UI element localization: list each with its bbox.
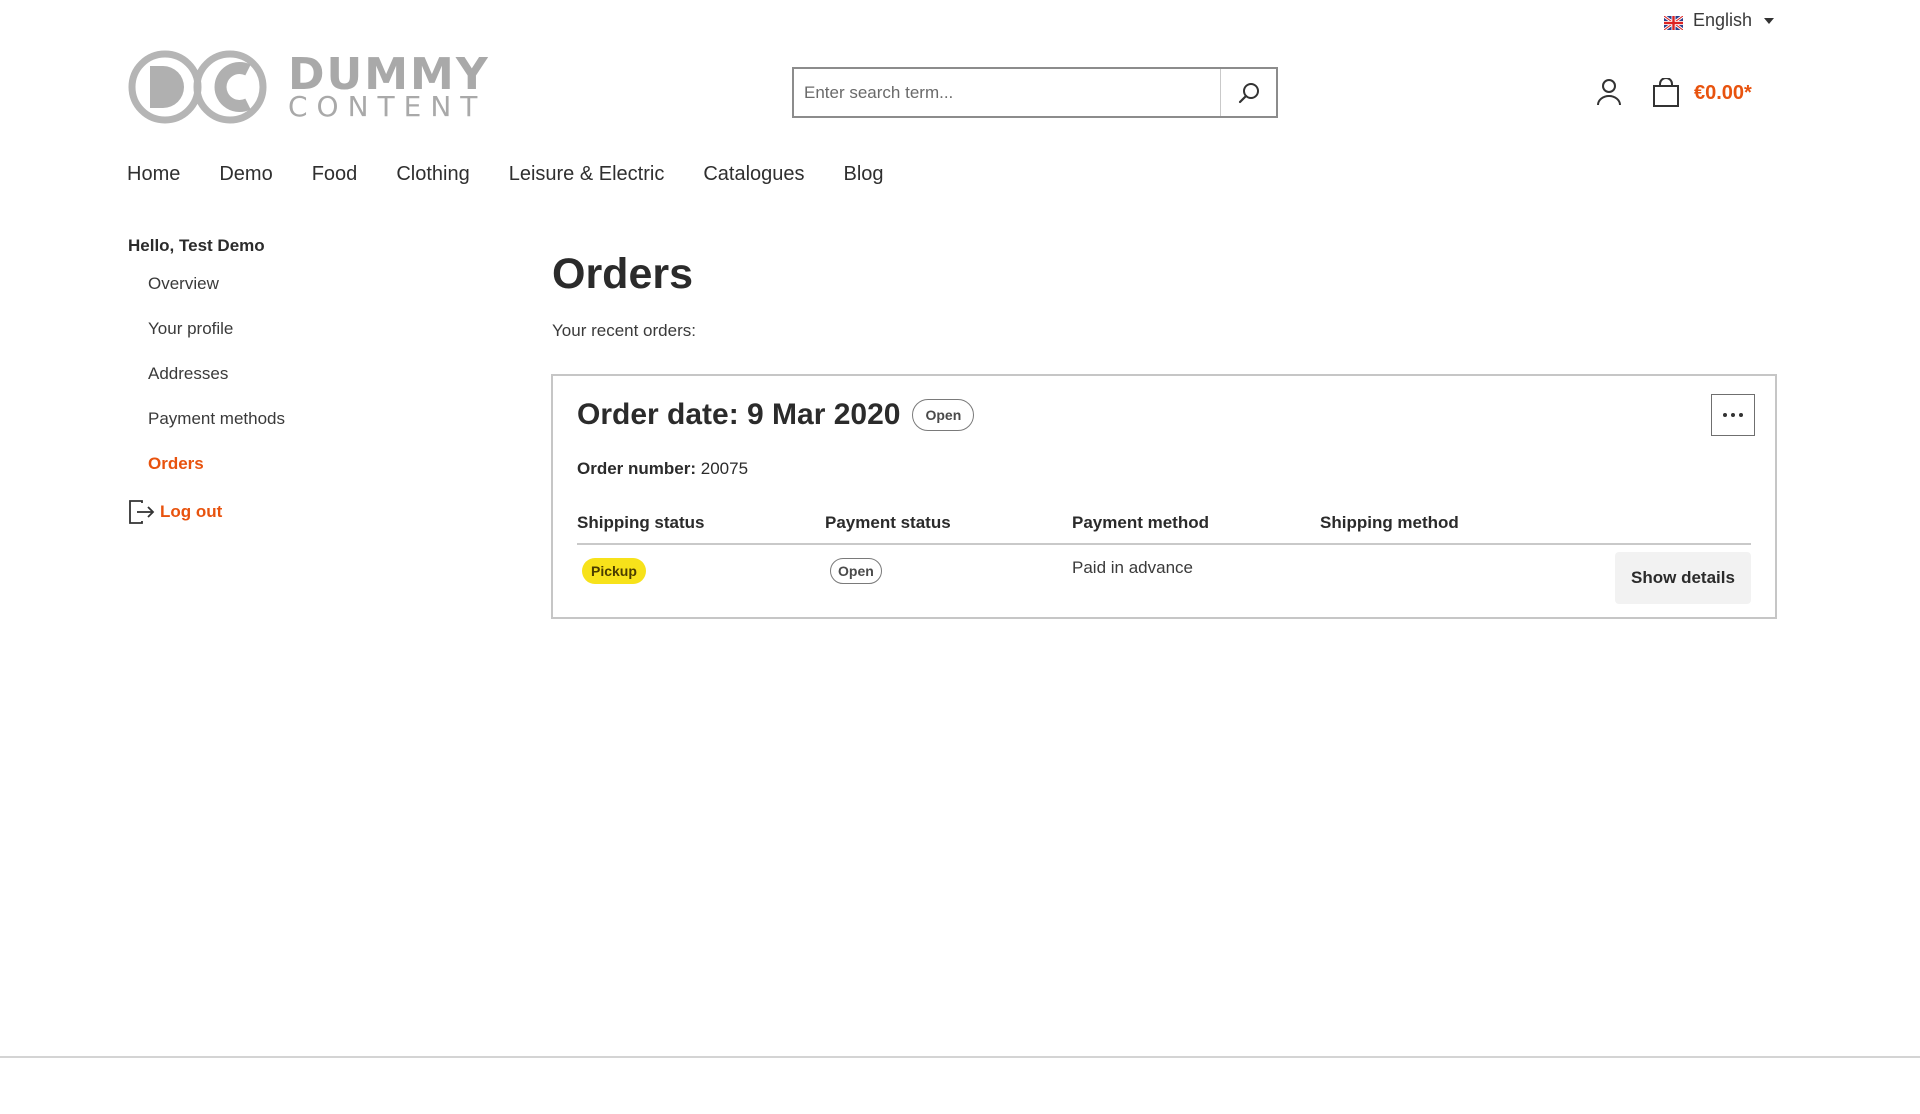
order-card: Order date: 9 Mar 2020 Open Order number… [551, 374, 1777, 619]
search-icon [1238, 82, 1259, 103]
col-shipping-status: Shipping status [577, 513, 705, 532]
payment-method-cell: Paid in advance [1072, 558, 1193, 577]
payment-status-cell: Open [830, 558, 882, 584]
uk-flag-icon [1663, 14, 1684, 31]
caret-down-icon [1764, 17, 1775, 24]
dc-logo-icon [128, 50, 267, 124]
account-button[interactable] [1596, 78, 1622, 111]
nav-item-home[interactable]: Home [127, 163, 180, 186]
nav-item-catalogues[interactable]: Catalogues [703, 163, 804, 186]
logo-wordmark: DUMMY CONTENT [288, 53, 490, 121]
order-number: Order number: 20075 [577, 459, 748, 479]
main-navigation: Home Demo Food Clothing Leisure & Electr… [127, 163, 884, 186]
nav-item-leisure-electric[interactable]: Leisure & Electric [509, 163, 665, 186]
search-input[interactable] [794, 69, 1220, 116]
account-greeting: Hello, Test Demo [128, 236, 265, 255]
sidebar-item-addresses[interactable]: Addresses [128, 364, 428, 409]
logo-line2: CONTENT [288, 90, 487, 123]
shipping-status-badge: Pickup [582, 558, 646, 584]
order-number-value: 20075 [700, 459, 749, 478]
order-number-label: Order number: [577, 459, 697, 478]
logout-icon [129, 500, 155, 524]
nav-item-food[interactable]: Food [312, 163, 358, 186]
nav-item-demo[interactable]: Demo [219, 163, 272, 186]
col-payment-status: Payment status [825, 513, 951, 532]
search-button[interactable] [1220, 69, 1276, 116]
nav-item-clothing[interactable]: Clothing [396, 163, 469, 186]
logout-link[interactable]: Log out [128, 499, 428, 525]
order-table-row: Pickup Open Paid in advance Show details [577, 552, 1751, 616]
payment-status-badge: Open [830, 558, 882, 584]
order-table-header: Shipping status Payment status Payment m… [577, 513, 1751, 545]
footer-divider [0, 1056, 1920, 1058]
cart-button[interactable]: €0.00* [1652, 78, 1752, 108]
sidebar-item-profile[interactable]: Your profile [128, 319, 428, 364]
order-actions-menu-button[interactable] [1711, 394, 1755, 436]
order-header: Order date: 9 Mar 2020 Open [577, 398, 975, 432]
order-date: Order date: 9 Mar 2020 [577, 398, 901, 431]
shopping-bag-icon [1653, 78, 1679, 107]
order-status-badge: Open [912, 399, 975, 431]
more-dots-icon [1723, 413, 1727, 417]
sidebar-item-payment-methods[interactable]: Payment methods [128, 409, 428, 454]
nav-item-blog[interactable]: Blog [844, 163, 884, 186]
sidebar-item-overview[interactable]: Overview [128, 274, 428, 319]
page-subtitle: Your recent orders: [552, 321, 696, 340]
language-selector[interactable]: English [1663, 10, 1775, 31]
account-sidebar: Hello, Test Demo Overview Your profile A… [128, 236, 428, 525]
col-shipping-method: Shipping method [1320, 513, 1459, 532]
main-content: Orders Your recent orders: [552, 250, 696, 341]
language-label: English [1693, 10, 1753, 30]
col-payment-method: Payment method [1072, 513, 1209, 532]
page-title: Orders [552, 250, 694, 298]
user-icon [1597, 79, 1621, 106]
show-details-button[interactable]: Show details [1615, 552, 1751, 604]
logout-label: Log out [160, 502, 223, 521]
sidebar-item-orders[interactable]: Orders [128, 454, 428, 499]
search-box [792, 67, 1278, 118]
shipping-status-cell: Pickup [582, 558, 646, 584]
cart-total: €0.00* [1694, 81, 1752, 104]
site-logo[interactable]: DUMMY CONTENT [128, 50, 490, 124]
